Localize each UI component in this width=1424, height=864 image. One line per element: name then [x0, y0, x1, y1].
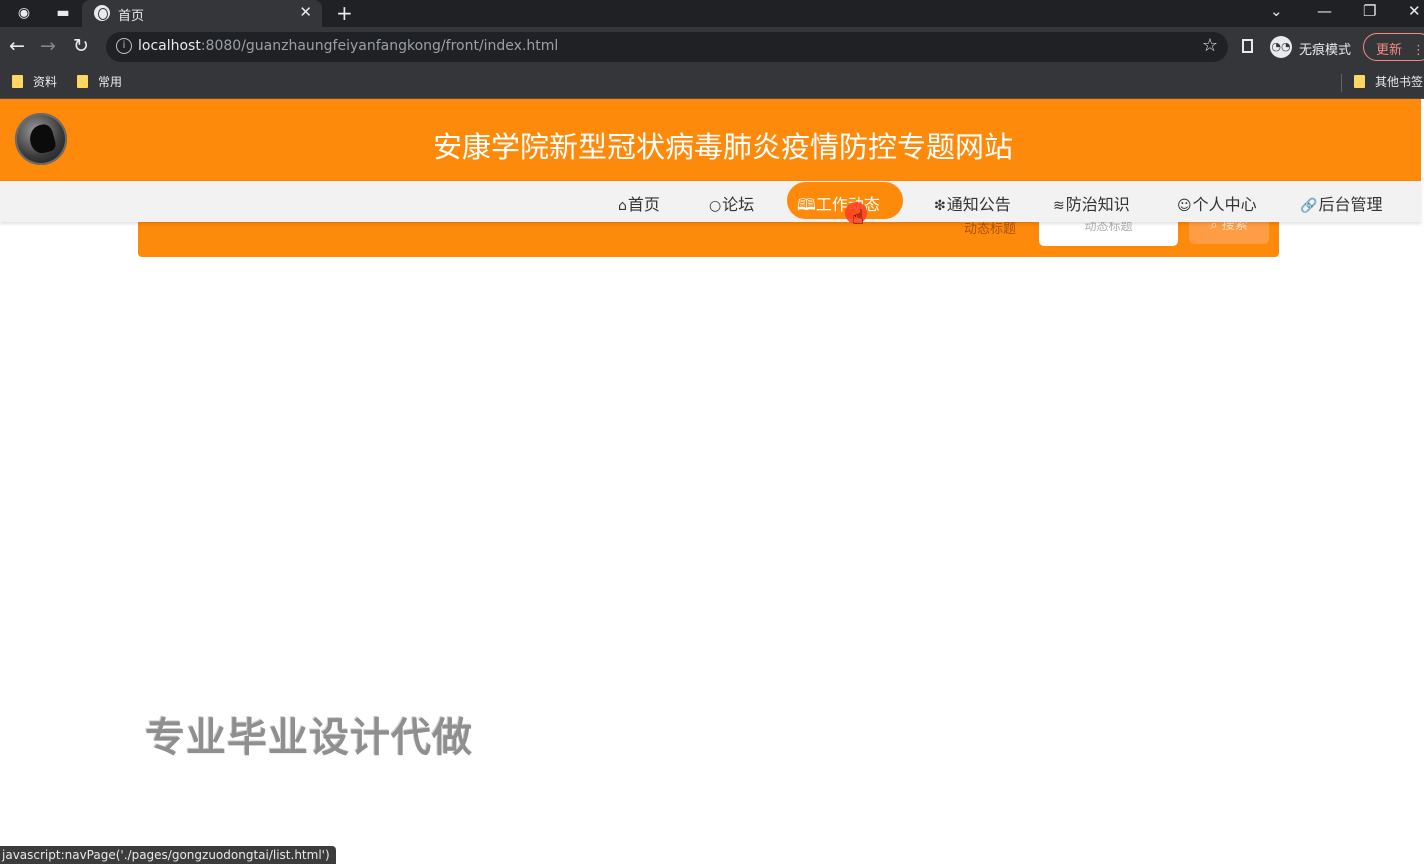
- back-icon[interactable]: ←: [9, 36, 25, 56]
- user-icon: ☺: [1177, 198, 1192, 214]
- other-bookmarks-label: 其他书签: [1375, 75, 1424, 89]
- browser-tab[interactable]: 首页 ✕: [82, 0, 322, 27]
- nav-label: 通知公告: [946, 195, 1011, 214]
- hand-pointer-icon: ☝: [852, 205, 865, 229]
- browser-toolbar: ← → ↻ i localhost:8080/guanzhaungfeiyanf…: [0, 27, 1424, 68]
- address-path: :8080/guanzhaungfeiyanfangkong/front/ind…: [200, 38, 559, 54]
- site-title: 安康学院新型冠状病毒肺炎疫情防控专题网站: [432, 130, 1013, 164]
- link-icon: 🔗: [1300, 198, 1318, 214]
- forum-icon: ○: [709, 198, 722, 214]
- folder-icon: [12, 75, 23, 88]
- bookmarks-bar: 资料 常用 其他书签: [0, 68, 1424, 99]
- tab-group-icon[interactable]: ▬: [54, 4, 72, 22]
- bookmark-folder[interactable]: 资料: [12, 73, 57, 90]
- folder-icon: [77, 75, 88, 88]
- layers-icon: ≋: [1053, 198, 1065, 214]
- nav-label: 论坛: [722, 195, 755, 214]
- main-navbar: ⌂首页 ○论坛 🕮工作动态 ❇通知公告 ≋防治知识 ☺个人中心 🔗后台管理: [0, 181, 1421, 222]
- incognito-icon[interactable]: ◔◔: [1270, 36, 1292, 58]
- watermark-text: 专业毕业设计代做: [145, 715, 473, 761]
- browser-globe-icon[interactable]: ◉: [15, 4, 33, 22]
- tab-favicon-icon: [94, 5, 110, 21]
- nav-label: 个人中心: [1192, 195, 1257, 214]
- browser-tab-strip: ◉ ▬ 首页 ✕ + ⌄ — ❐ ✕: [0, 0, 1424, 27]
- restore-icon[interactable]: ❐: [1363, 2, 1376, 20]
- reload-icon[interactable]: ↻: [73, 36, 89, 56]
- nav-item-profile[interactable]: ☺个人中心: [1177, 191, 1257, 215]
- address-bar[interactable]: i localhost:8080/guanzhaungfeiyanfangkon…: [106, 32, 1228, 62]
- new-tab-icon[interactable]: +: [336, 1, 353, 25]
- forward-icon[interactable]: →: [40, 36, 56, 56]
- other-bookmarks[interactable]: 其他书签: [1354, 73, 1423, 90]
- address-url[interactable]: localhost:8080/guanzhaungfeiyanfangkong/…: [138, 38, 558, 54]
- update-label: 更新: [1376, 43, 1403, 58]
- nav-item-home[interactable]: ⌂首页: [618, 191, 660, 215]
- tab-title: 首页: [118, 9, 145, 24]
- nav-item-notices[interactable]: ❇通知公告: [934, 191, 1011, 215]
- nav-label: 防治知识: [1065, 195, 1130, 214]
- nav-item-forum[interactable]: ○论坛: [709, 191, 754, 215]
- bookmark-folder[interactable]: 常用: [77, 73, 122, 90]
- bookmark-label: 常用: [98, 75, 123, 89]
- tab-search-icon[interactable]: ⌄: [1270, 2, 1283, 20]
- nav-label: 首页: [627, 195, 660, 214]
- folder-icon: [1354, 75, 1365, 88]
- tab-close-icon[interactable]: ✕: [299, 3, 312, 21]
- home-icon: ⌂: [618, 198, 627, 214]
- bookmark-label: 资料: [33, 75, 58, 89]
- side-panel-icon[interactable]: [1242, 39, 1253, 53]
- status-bar: javascript:navPage('./pages/gongzuodongt…: [0, 846, 336, 864]
- site-info-icon[interactable]: i: [116, 38, 132, 54]
- nav-item-knowledge[interactable]: ≋防治知识: [1053, 191, 1130, 215]
- mouse-cursor: ☝: [845, 202, 870, 233]
- nav-item-admin[interactable]: 🔗后台管理: [1300, 191, 1382, 215]
- bookmark-star-icon[interactable]: ☆: [1202, 35, 1218, 56]
- site-header: 安康学院新型冠状病毒肺炎疫情防控专题网站: [0, 99, 1421, 181]
- minimize-icon[interactable]: —: [1317, 2, 1332, 20]
- address-host: localhost: [138, 38, 201, 54]
- update-button[interactable]: 更新 ⋮: [1363, 33, 1424, 61]
- snowflake-icon: ❇: [934, 198, 946, 214]
- bookmarks-separator: [1341, 74, 1342, 92]
- nav-label: 后台管理: [1318, 195, 1383, 214]
- incognito-label: 无痕模式: [1299, 43, 1352, 58]
- menu-dots-icon[interactable]: ⋮: [1412, 43, 1424, 58]
- window-close-icon[interactable]: ✕: [1408, 2, 1421, 20]
- book-icon: 🕮: [797, 195, 816, 214]
